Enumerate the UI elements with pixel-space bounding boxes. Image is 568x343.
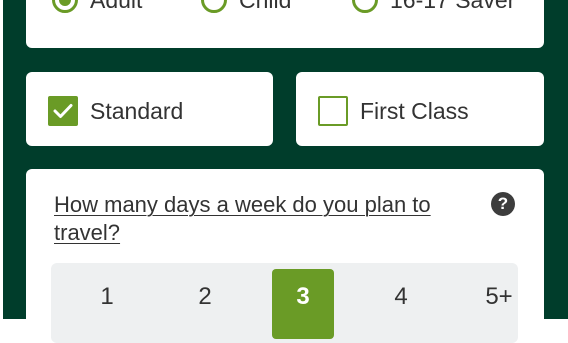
radio-16-17-saver[interactable]: 16-17 Saver xyxy=(352,0,515,13)
first-class-card[interactable]: First Class xyxy=(296,72,544,146)
standard-class-card[interactable]: Standard xyxy=(26,72,273,146)
day-option-5-plus[interactable]: 5+ xyxy=(468,269,530,339)
standard-checkbox[interactable]: Standard xyxy=(48,96,183,126)
radio-adult[interactable]: Adult xyxy=(52,0,142,13)
days-selector: 1 2 3 4 5+ xyxy=(51,263,518,343)
standard-label: Standard xyxy=(90,98,184,124)
passenger-type-card: Adult Child 16-17 Saver xyxy=(26,0,544,48)
day-option-4[interactable]: 4 xyxy=(370,269,432,339)
days-per-week-card: How many days a week do you plan to trav… xyxy=(26,169,544,343)
checkbox-checked[interactable] xyxy=(48,96,78,126)
day-option-1[interactable]: 1 xyxy=(76,269,138,339)
radio-button[interactable] xyxy=(352,0,378,13)
radio-dot xyxy=(59,0,71,6)
radio-child-label: Child xyxy=(239,0,292,13)
radio-16-17-saver-label: 16-17 Saver xyxy=(390,0,516,13)
radio-adult-label: Adult xyxy=(90,0,143,13)
radio-child[interactable]: Child xyxy=(201,0,291,13)
first-class-label: First Class xyxy=(360,98,469,124)
checkmark-icon xyxy=(53,104,73,118)
days-question-link[interactable]: How many days a week do you plan to trav… xyxy=(54,191,474,247)
help-icon[interactable]: ? xyxy=(491,192,515,216)
day-option-3-selected[interactable]: 3 xyxy=(272,269,334,339)
radio-button[interactable] xyxy=(201,0,227,13)
radio-button-selected[interactable] xyxy=(52,0,78,13)
checkbox-unchecked[interactable] xyxy=(318,96,348,126)
day-option-2[interactable]: 2 xyxy=(174,269,236,339)
first-class-checkbox[interactable]: First Class xyxy=(318,96,469,126)
